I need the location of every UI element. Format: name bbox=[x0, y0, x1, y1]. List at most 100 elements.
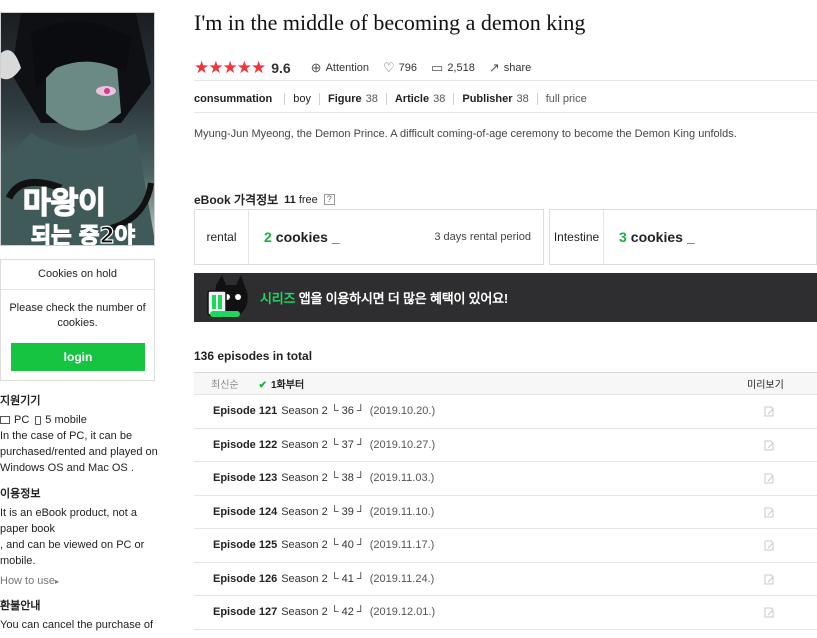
own-price-box[interactable]: Intestine 3 cookies _ bbox=[549, 209, 817, 265]
free-count: 11 bbox=[284, 193, 296, 206]
like-count: 796 bbox=[398, 61, 418, 74]
episode-row[interactable]: Episode 121 Season 2 └ 36 ┘ (2019.10.20.) bbox=[194, 395, 817, 429]
episode-row[interactable]: Episode 126 Season 2 └ 41 ┘ (2019.11.24.) bbox=[194, 563, 817, 596]
preview-icon[interactable] bbox=[764, 440, 775, 451]
genre-meta[interactable]: boy bbox=[284, 92, 319, 105]
rating-row: ★★★★★ 9.6 ⊕ Attention ♡ 796 ▭ 2,518 ↗ sh… bbox=[194, 55, 817, 81]
episode-name: Episode 127 bbox=[213, 606, 278, 619]
mobile-icon bbox=[35, 415, 42, 425]
episode-subtitle: Season 2 └ 40 ┘ bbox=[281, 539, 365, 552]
series-mascot-icon bbox=[207, 275, 248, 318]
own-label: Intestine bbox=[550, 210, 604, 264]
how-to-use-link[interactable]: How to use▸ bbox=[0, 573, 160, 590]
episode-date: (2019.11.03.) bbox=[369, 472, 435, 485]
banner-message: 앱을 이용하시면 더 많은 혜택이 있어요! bbox=[295, 291, 509, 306]
status-value: consummation bbox=[194, 92, 273, 105]
episode-row[interactable]: Episode 123 Season 2 └ 38 ┘ (2019.11.03.) bbox=[194, 462, 817, 496]
publisher-label: Publisher bbox=[462, 92, 513, 105]
episode-row[interactable]: Episode 124 Season 2 └ 39 ┘ (2019.11.10.) bbox=[194, 496, 817, 529]
preview-icon[interactable] bbox=[764, 406, 775, 417]
episode-row[interactable]: Episode 122 Season 2 └ 37 ┘ (2019.10.27.) bbox=[194, 429, 817, 462]
episode-date: (2019.10.20.) bbox=[369, 405, 436, 418]
article-label: Article bbox=[394, 92, 430, 105]
device-list: PC 5 mobile bbox=[0, 412, 160, 428]
heart-icon: ♡ bbox=[383, 59, 395, 75]
rental-cookie-unit: cookies _ bbox=[275, 229, 340, 245]
own-cookie-count: 3 bbox=[619, 229, 627, 245]
episode-row[interactable]: Episode 125 Season 2 └ 40 ┘ (2019.11.17.) bbox=[194, 529, 817, 563]
preview-icon[interactable] bbox=[764, 607, 775, 618]
book-cover[interactable]: 마왕이 되는 중2야 bbox=[0, 12, 155, 246]
own-price: 3 cookies _ bbox=[619, 229, 695, 245]
sort-first-button[interactable]: ✔ 1화부터 bbox=[259, 376, 305, 391]
preview-icon[interactable] bbox=[764, 574, 775, 585]
episode-row[interactable]: Episode 127 Season 2 └ 42 ┘ (2019.12.01.) bbox=[194, 596, 817, 630]
ebook-price-header: eBook 가격정보 11 free ? bbox=[194, 191, 335, 208]
check-icon: ✔ bbox=[258, 380, 267, 391]
share-label: share bbox=[503, 61, 532, 74]
book-meta-row: consummation boy Figure 38 Article 38 Publ… bbox=[194, 85, 817, 113]
sort-latest-button[interactable]: 최신순 bbox=[211, 376, 239, 391]
cookie-hold-title: Cookies on hold bbox=[1, 260, 154, 290]
banner-text: 시리즈 앱을 이용하시면 더 많은 혜택이 있어요! bbox=[260, 288, 508, 307]
status-meta: consummation bbox=[194, 93, 284, 105]
share-button[interactable]: ↗ share bbox=[489, 60, 531, 76]
usage-line-1: It is an eBook product, not a paper book bbox=[0, 507, 137, 535]
episode-subtitle: Season 2 └ 41 ┘ bbox=[281, 572, 365, 585]
rating-display: ★★★★★ 9.6 bbox=[194, 59, 291, 76]
figure-value: 38 bbox=[365, 92, 378, 105]
rental-price: 2 cookies _ bbox=[264, 229, 340, 245]
cover-title-line1: 마왕이 bbox=[23, 186, 106, 221]
series-app-banner[interactable]: 시리즈 앱을 이용하시면 더 많은 혜택이 있어요! bbox=[194, 273, 817, 322]
episode-name: Episode 123 bbox=[213, 472, 278, 485]
episode-table: 최신순 ✔ 1화부터 미리보기 Episode 121 Season 2 └ 36 … bbox=[194, 372, 817, 630]
preview-column-header: 미리보기 bbox=[747, 380, 784, 391]
episode-subtitle: Season 2 └ 38 ┘ bbox=[281, 472, 365, 485]
share-icon: ↗ bbox=[488, 59, 500, 75]
synopsis: Myung-Jun Myeong, the Demon Prince. A di… bbox=[194, 128, 737, 140]
episode-date: (2019.12.01.) bbox=[369, 606, 436, 619]
attention-button[interactable]: ⊕ Attention bbox=[311, 60, 369, 76]
episode-name: Episode 122 bbox=[213, 438, 278, 451]
publisher-meta[interactable]: Publisher 38 bbox=[453, 92, 536, 105]
ebook-price-title: eBook 가격정보 bbox=[194, 193, 279, 207]
comment-count: 2,518 bbox=[447, 61, 475, 74]
comments-button[interactable]: ▭ 2,518 bbox=[431, 60, 475, 76]
usage-info-title: 이용정보 bbox=[0, 488, 41, 500]
usage-line-2: , and can be viewed on PC or mobile. bbox=[0, 539, 145, 567]
refund-desc: You can cancel the purchase of bbox=[0, 619, 154, 631]
episode-name: Episode 124 bbox=[213, 505, 278, 518]
episode-date: (2019.10.27.) bbox=[369, 438, 436, 451]
sort-first-label: 1화부터 bbox=[271, 380, 305, 391]
pc-icon bbox=[0, 416, 10, 424]
cover-illustration: 마왕이 되는 중2야 bbox=[1, 13, 154, 246]
support-devices-title: 지원기기 bbox=[0, 395, 41, 407]
episode-subtitle: Season 2 └ 36 ┘ bbox=[281, 405, 365, 418]
article-meta[interactable]: Article 38 bbox=[385, 92, 454, 105]
episode-date: (2019.11.24.) bbox=[369, 572, 435, 585]
how-to-use-label: How to use bbox=[0, 575, 56, 587]
like-button[interactable]: ♡ 796 bbox=[383, 60, 417, 76]
rental-price-box[interactable]: rental 2 cookies _ 3 days rental period bbox=[194, 209, 544, 265]
help-icon[interactable]: ? bbox=[323, 194, 335, 205]
refund-info-title: 환불안내 bbox=[0, 600, 41, 612]
genre-value: boy bbox=[293, 92, 311, 105]
rental-cookie-count: 2 bbox=[264, 229, 272, 245]
cover-title-line2: 되는 중2야 bbox=[31, 224, 135, 246]
price-type-meta: full price bbox=[536, 92, 595, 105]
book-info-panel: 지원기기 PC 5 mobile In the case of PC, it c… bbox=[0, 393, 160, 638]
preview-icon[interactable] bbox=[764, 540, 775, 551]
episode-count: 136 episodes in total bbox=[194, 349, 313, 363]
plus-circle-icon: ⊕ bbox=[310, 59, 322, 75]
figure-meta[interactable]: Figure 38 bbox=[318, 92, 386, 105]
chevron-right-icon: ▸ bbox=[55, 577, 60, 586]
pc-label: PC bbox=[14, 414, 30, 426]
login-button[interactable]: login bbox=[11, 343, 145, 371]
book-title: I'm in the middle of becoming a demon ki… bbox=[194, 10, 586, 35]
figure-label: Figure bbox=[327, 92, 362, 105]
preview-icon[interactable] bbox=[764, 473, 775, 484]
cookie-hold-box: Cookies on hold Please check the number … bbox=[0, 259, 155, 381]
episode-subtitle: Season 2 └ 42 ┘ bbox=[281, 606, 365, 619]
preview-icon[interactable] bbox=[764, 507, 775, 518]
attention-label: Attention bbox=[325, 61, 369, 74]
